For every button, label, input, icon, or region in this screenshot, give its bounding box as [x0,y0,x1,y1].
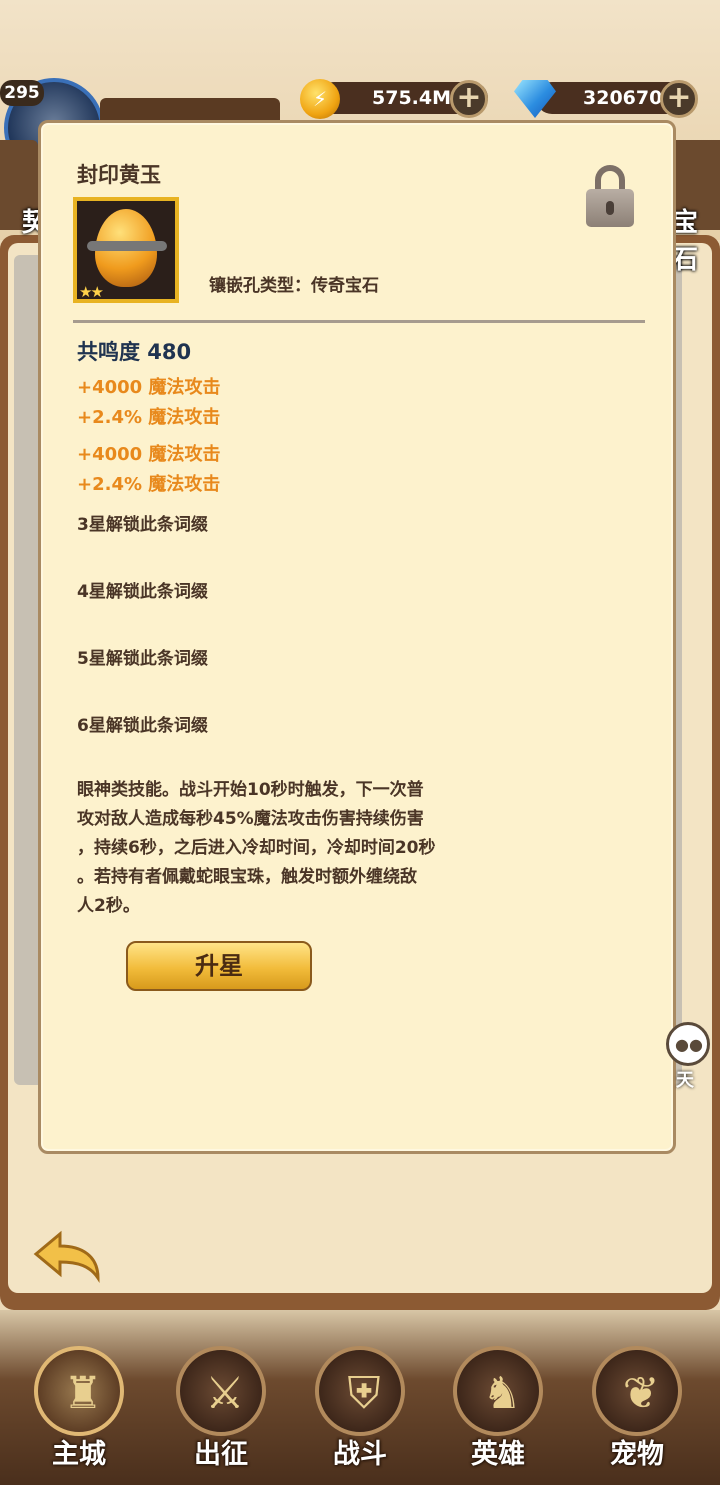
dragon-pet-icon: ❦ [622,1368,660,1419]
upgrade-star-button[interactable]: 升星 [126,941,312,991]
diamond-value: 320670 [583,87,663,109]
nav-icon-frame: ⚔ [176,1346,266,1436]
stat-line: +4000 魔法攻击 [77,377,221,398]
nav-pets[interactable]: ❦ 宠物 [582,1340,692,1485]
skill-description: 眼神类技能。战斗开始10秒时触发，下一次普 攻对敌人造成每秒45%魔法攻击伤害持… [77,776,507,921]
castle-icon: ♜ [63,1368,103,1419]
nav-label: 主城 [52,1439,106,1470]
socket-type: 镶嵌孔类型：传奇宝石 [209,276,379,296]
nav-label: 宠物 [610,1439,664,1470]
back-arrow-icon[interactable] [32,1228,102,1284]
battle-shield-icon: ⛨ [347,1368,381,1419]
locked-affix: 3星解锁此条词缀 [77,515,208,535]
nav-icon-frame: ⛨ [315,1346,405,1436]
locked-affix: 6星解锁此条词缀 [77,716,208,736]
nav-battle[interactable]: ⛨ 战斗 [305,1340,415,1485]
add-gold-button[interactable]: + [450,80,488,118]
divider [73,320,645,323]
gold-value: 575.4M [372,87,452,109]
stat-line: +2.4% 魔法攻击 [77,474,221,495]
description-line: 。若持有者佩戴蛇眼宝珠，触发时额外缠绕敌 [77,867,417,887]
star-rating: ★★ [79,283,104,301]
locked-affix: 4星解锁此条词缀 [77,582,208,602]
level-badge: 295 [0,80,44,106]
gem-image: ★★ [73,197,179,303]
chain-icon [87,241,167,251]
nav-icon-frame: ♜ [34,1346,124,1436]
stat-line: +2.4% 魔法攻击 [77,407,221,428]
nav-expedition[interactable]: ⚔ 出征 [166,1340,276,1485]
nav-label: 战斗 [333,1439,387,1470]
resonance-value: 共鸣度 480 [77,340,192,364]
chat-button[interactable]: ●● 天 [662,1022,710,1091]
description-line: 攻对敌人造成每秒45%魔法攻击伤害持续伤害 [77,809,424,829]
hooded-hero-icon: ♞ [482,1368,522,1419]
gold-coin-icon: ⚡ [300,79,340,119]
add-diamond-button[interactable]: + [660,80,698,118]
chat-bubble-icon: ●● [666,1022,710,1066]
description-line: 眼神类技能。战斗开始10秒时触发，下一次普 [77,780,424,800]
nav-heroes[interactable]: ♞ 英雄 [443,1340,553,1485]
nav-icon-frame: ❦ [592,1346,682,1436]
lock-icon[interactable] [586,165,634,227]
gem-detail-modal: 封印黄玉 ★★ 镶嵌孔类型：传奇宝石 共鸣度 480 +4000 魔法攻击 +2… [38,120,676,1154]
nav-icon-frame: ♞ [453,1346,543,1436]
nav-label: 出征 [194,1439,248,1470]
description-line: ，持续6秒，之后进入冷却时间，冷却时间20秒 [77,838,436,858]
nav-label: 英雄 [471,1439,525,1470]
chat-label: 天 [676,1070,694,1091]
gem-title: 封印黄玉 [77,163,161,187]
crossed-swords-icon: ⚔ [205,1368,245,1419]
stat-line: +4000 魔法攻击 [77,444,221,465]
right-edge-label: 宝石 [672,208,699,275]
nav-main-city[interactable]: ♜ 主城 [24,1340,134,1485]
description-line: 人2秒。 [77,896,140,916]
locked-affix: 5星解锁此条词缀 [77,649,208,669]
